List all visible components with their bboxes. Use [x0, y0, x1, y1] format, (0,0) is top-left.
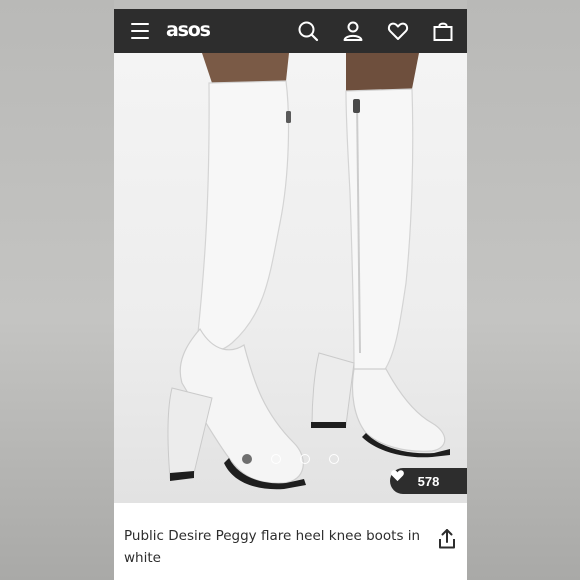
product-info: Public Desire Peggy flare heel knee boot…: [114, 503, 467, 580]
heart-filled-icon: [391, 470, 404, 482]
phone-screen: asos 578 Public Desire Peggy flare heel …: [114, 9, 467, 580]
search-icon[interactable]: [297, 20, 319, 42]
bag-icon[interactable]: [432, 20, 454, 42]
background-left: [0, 0, 114, 580]
right-boot-shaft: [345, 88, 414, 372]
top-navigation-bar: asos: [114, 9, 467, 53]
save-count-button[interactable]: 578: [390, 468, 467, 494]
menu-icon[interactable]: [131, 23, 149, 39]
product-image[interactable]: 578: [114, 53, 467, 503]
right-heel-tip: [311, 422, 346, 428]
right-heel: [311, 352, 355, 426]
left-boot-shaft: [197, 80, 290, 353]
gallery-dots: [242, 454, 339, 464]
gallery-dot-1[interactable]: [242, 454, 252, 464]
share-icon[interactable]: [436, 528, 458, 550]
left-heel: [167, 387, 213, 479]
like-count: 578: [417, 473, 440, 489]
left-leg-skin: [202, 53, 289, 83]
asos-logo[interactable]: asos: [166, 19, 211, 41]
account-icon[interactable]: [342, 20, 364, 42]
right-zip-pull: [353, 99, 360, 113]
left-zip-pull: [286, 111, 291, 123]
background-right: [467, 0, 580, 580]
gallery-dot-4[interactable]: [329, 454, 339, 464]
gallery-dot-3[interactable]: [300, 454, 310, 464]
gallery-dot-2[interactable]: [271, 454, 281, 464]
right-leg-skin: [346, 53, 419, 91]
boots-illustration: [167, 53, 450, 490]
wishlist-icon[interactable]: [387, 20, 409, 42]
product-title: Public Desire Peggy flare heel knee boot…: [124, 528, 421, 566]
